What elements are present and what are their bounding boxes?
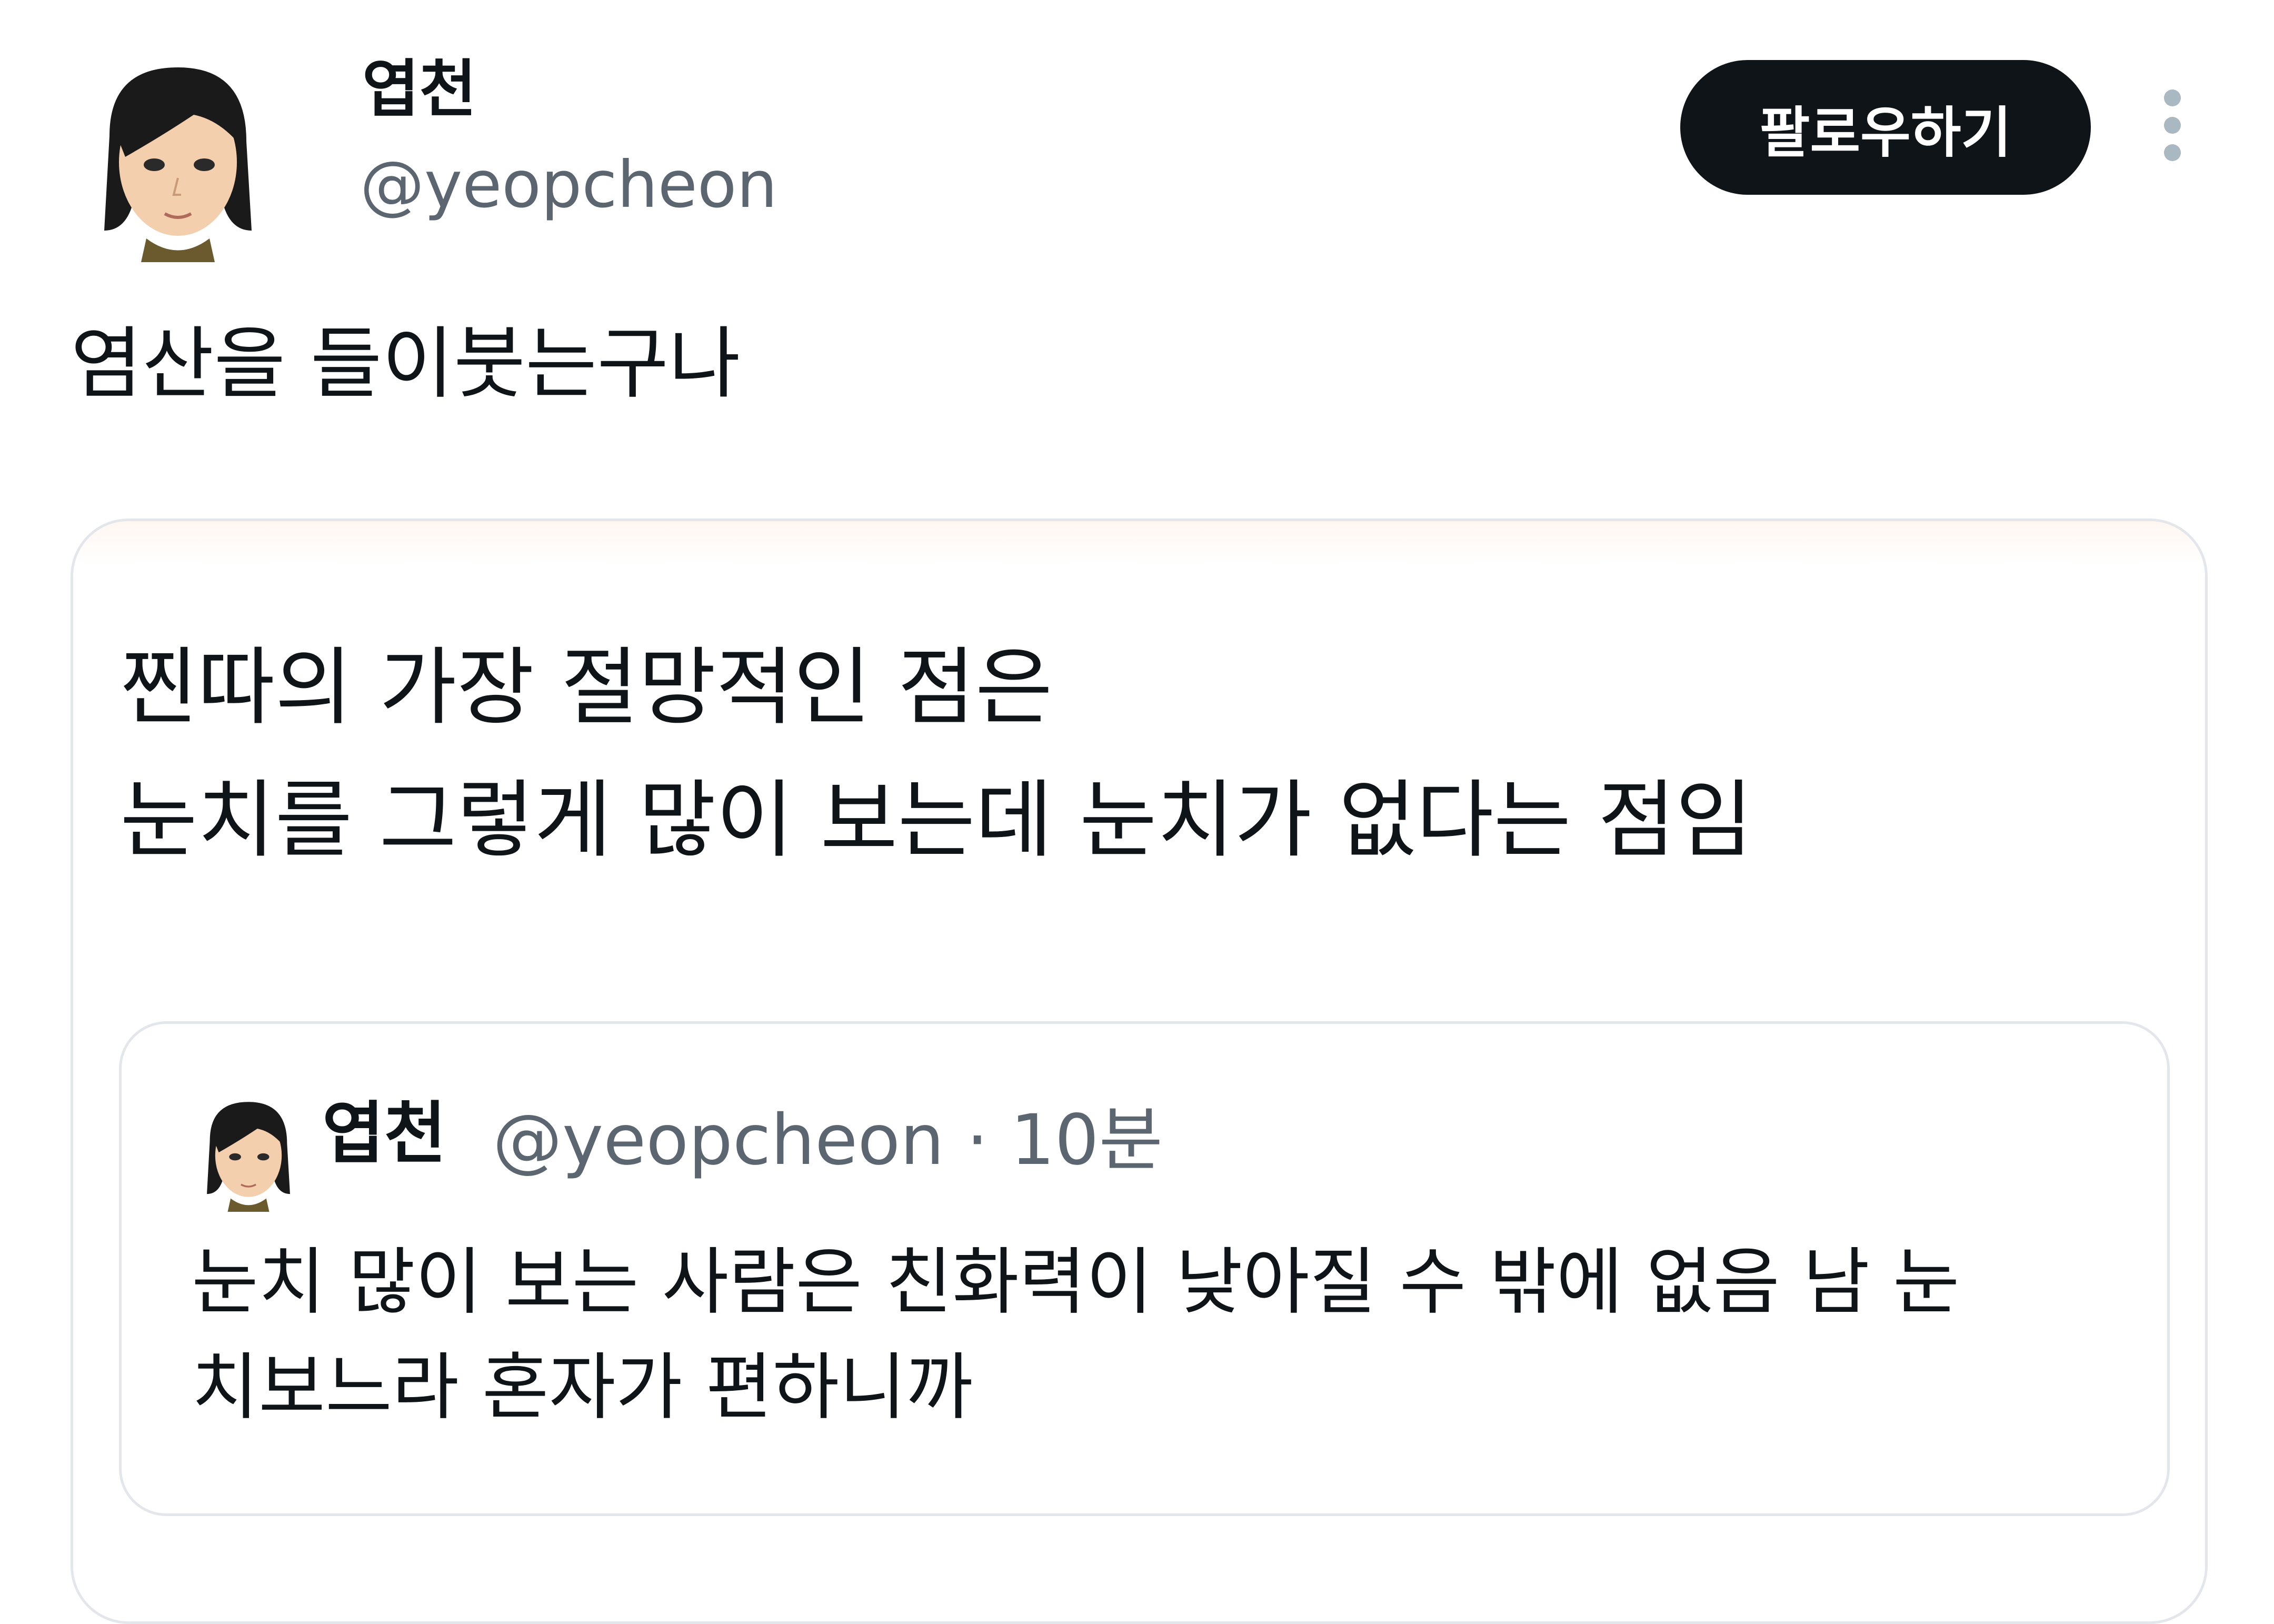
inner-tweet-line-2: 치보느라 혼자가 편하니까 <box>192 1345 973 1430</box>
follow-button[interactable]: 팔로우하기 <box>1680 60 2091 195</box>
inner-avatar-image <box>207 1102 290 1212</box>
avatar-image <box>104 67 252 262</box>
quoted-tweet-line-1: 찐따의 가장 절망적인 점은 <box>120 638 1053 736</box>
avatar[interactable] <box>88 57 267 262</box>
more-dot <box>2164 117 2181 134</box>
inner-display-name[interactable]: 엽천 <box>322 1100 446 1168</box>
meta-separator: · <box>966 1100 989 1181</box>
quoted-tweet-line-2: 눈치를 그렇게 많이 보는데 눈치가 없다는 점임 <box>120 771 1753 869</box>
inner-timestamp[interactable]: 10분 <box>1011 1100 1163 1181</box>
inner-avatar[interactable] <box>196 1096 301 1212</box>
more-options-icon[interactable] <box>2154 89 2191 168</box>
inner-user-handle[interactable]: @yeopcheon <box>493 1100 944 1181</box>
user-handle[interactable]: @yeopcheon <box>360 153 777 217</box>
more-dot <box>2164 144 2181 161</box>
more-dot <box>2164 89 2181 106</box>
card-tint <box>73 521 2205 563</box>
tweet-text: 염산을 들이붓는구나 <box>71 318 741 409</box>
inner-tweet-line-1: 눈치 많이 보는 사람은 친화력이 낮아질 수 밖에 없음 남 눈 <box>192 1240 1960 1324</box>
display-name[interactable]: 엽천 <box>362 58 476 120</box>
inner-tweet-meta: @yeopcheon · 10분 <box>493 1105 1163 1175</box>
